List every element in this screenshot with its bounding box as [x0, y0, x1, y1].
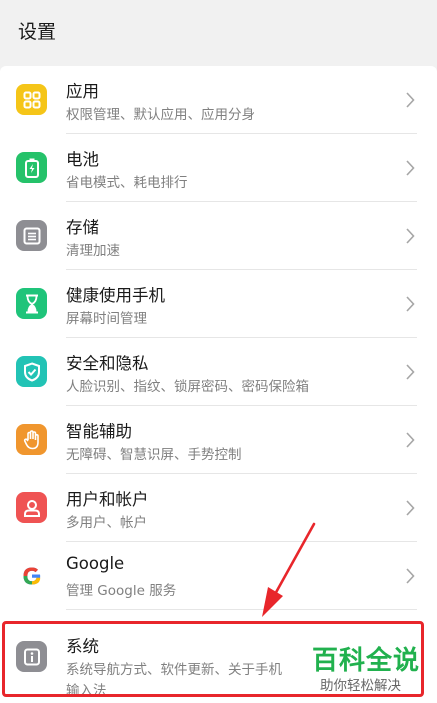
- chevron-right-icon: [406, 432, 415, 448]
- chevron-right-icon: [406, 296, 415, 312]
- page-title: 设置: [18, 20, 57, 43]
- divider: [66, 609, 417, 610]
- apps-icon: [16, 84, 47, 115]
- user-icon: [16, 492, 47, 523]
- item-subtitle: 管理 Google 服务: [66, 583, 177, 599]
- hourglass-icon: [16, 288, 47, 319]
- chevron-right-icon: [406, 568, 415, 584]
- settings-item-digital-balance[interactable]: 健康使用手机 屏幕时间管理: [0, 270, 437, 338]
- item-subtitle: 无障碍、智慧识屏、手势控制: [66, 447, 242, 463]
- item-title: 智能辅助: [66, 422, 132, 441]
- page-header: 设置: [0, 0, 437, 60]
- watermark-slogan: 助你轻松解决: [320, 678, 401, 694]
- item-title: 应用: [66, 82, 99, 101]
- google-icon: [16, 560, 47, 591]
- settings-item-battery[interactable]: 电池 省电模式、耗电排行: [0, 134, 437, 202]
- hand-icon: [16, 424, 47, 455]
- item-title: 安全和隐私: [66, 354, 149, 373]
- settings-item-users[interactable]: 用户和帐户 多用户、帐户: [0, 474, 437, 542]
- settings-item-assistance[interactable]: 智能辅助 无障碍、智慧识屏、手势控制: [0, 406, 437, 474]
- item-subtitle: 清理加速: [66, 243, 120, 259]
- chevron-right-icon: [406, 500, 415, 516]
- item-subtitle: 省电模式、耗电排行: [66, 175, 188, 191]
- item-title: 用户和帐户: [66, 490, 149, 509]
- settings-item-security[interactable]: 安全和隐私 人脸识别、指纹、锁屏密码、密码保险箱: [0, 338, 437, 406]
- chevron-right-icon: [406, 364, 415, 380]
- storage-icon: [16, 220, 47, 251]
- settings-list: 应用 权限管理、默认应用、应用分身 电池 省电模式、耗电排行 存储 清理加速 健…: [0, 66, 437, 703]
- item-title: 电池: [66, 150, 99, 169]
- settings-item-apps[interactable]: 应用 权限管理、默认应用、应用分身: [0, 66, 437, 134]
- settings-item-storage[interactable]: 存储 清理加速: [0, 202, 437, 270]
- item-title: 健康使用手机: [66, 286, 165, 305]
- chevron-right-icon: [406, 160, 415, 176]
- chevron-right-icon: [406, 92, 415, 108]
- chevron-right-icon: [406, 228, 415, 244]
- item-subtitle: 权限管理、默认应用、应用分身: [66, 107, 255, 123]
- item-title: 存储: [66, 218, 99, 237]
- item-subtitle: 多用户、帐户: [66, 515, 147, 531]
- item-subtitle: 人脸识别、指纹、锁屏密码、密码保险箱: [66, 379, 309, 395]
- settings-item-google[interactable]: Google 管理 Google 服务: [0, 542, 437, 610]
- watermark-logo: 百科全说: [312, 646, 421, 676]
- item-title: Google: [66, 554, 125, 573]
- item-subtitle: 屏幕时间管理: [66, 311, 147, 327]
- battery-icon: [16, 152, 47, 183]
- shield-icon: [16, 356, 47, 387]
